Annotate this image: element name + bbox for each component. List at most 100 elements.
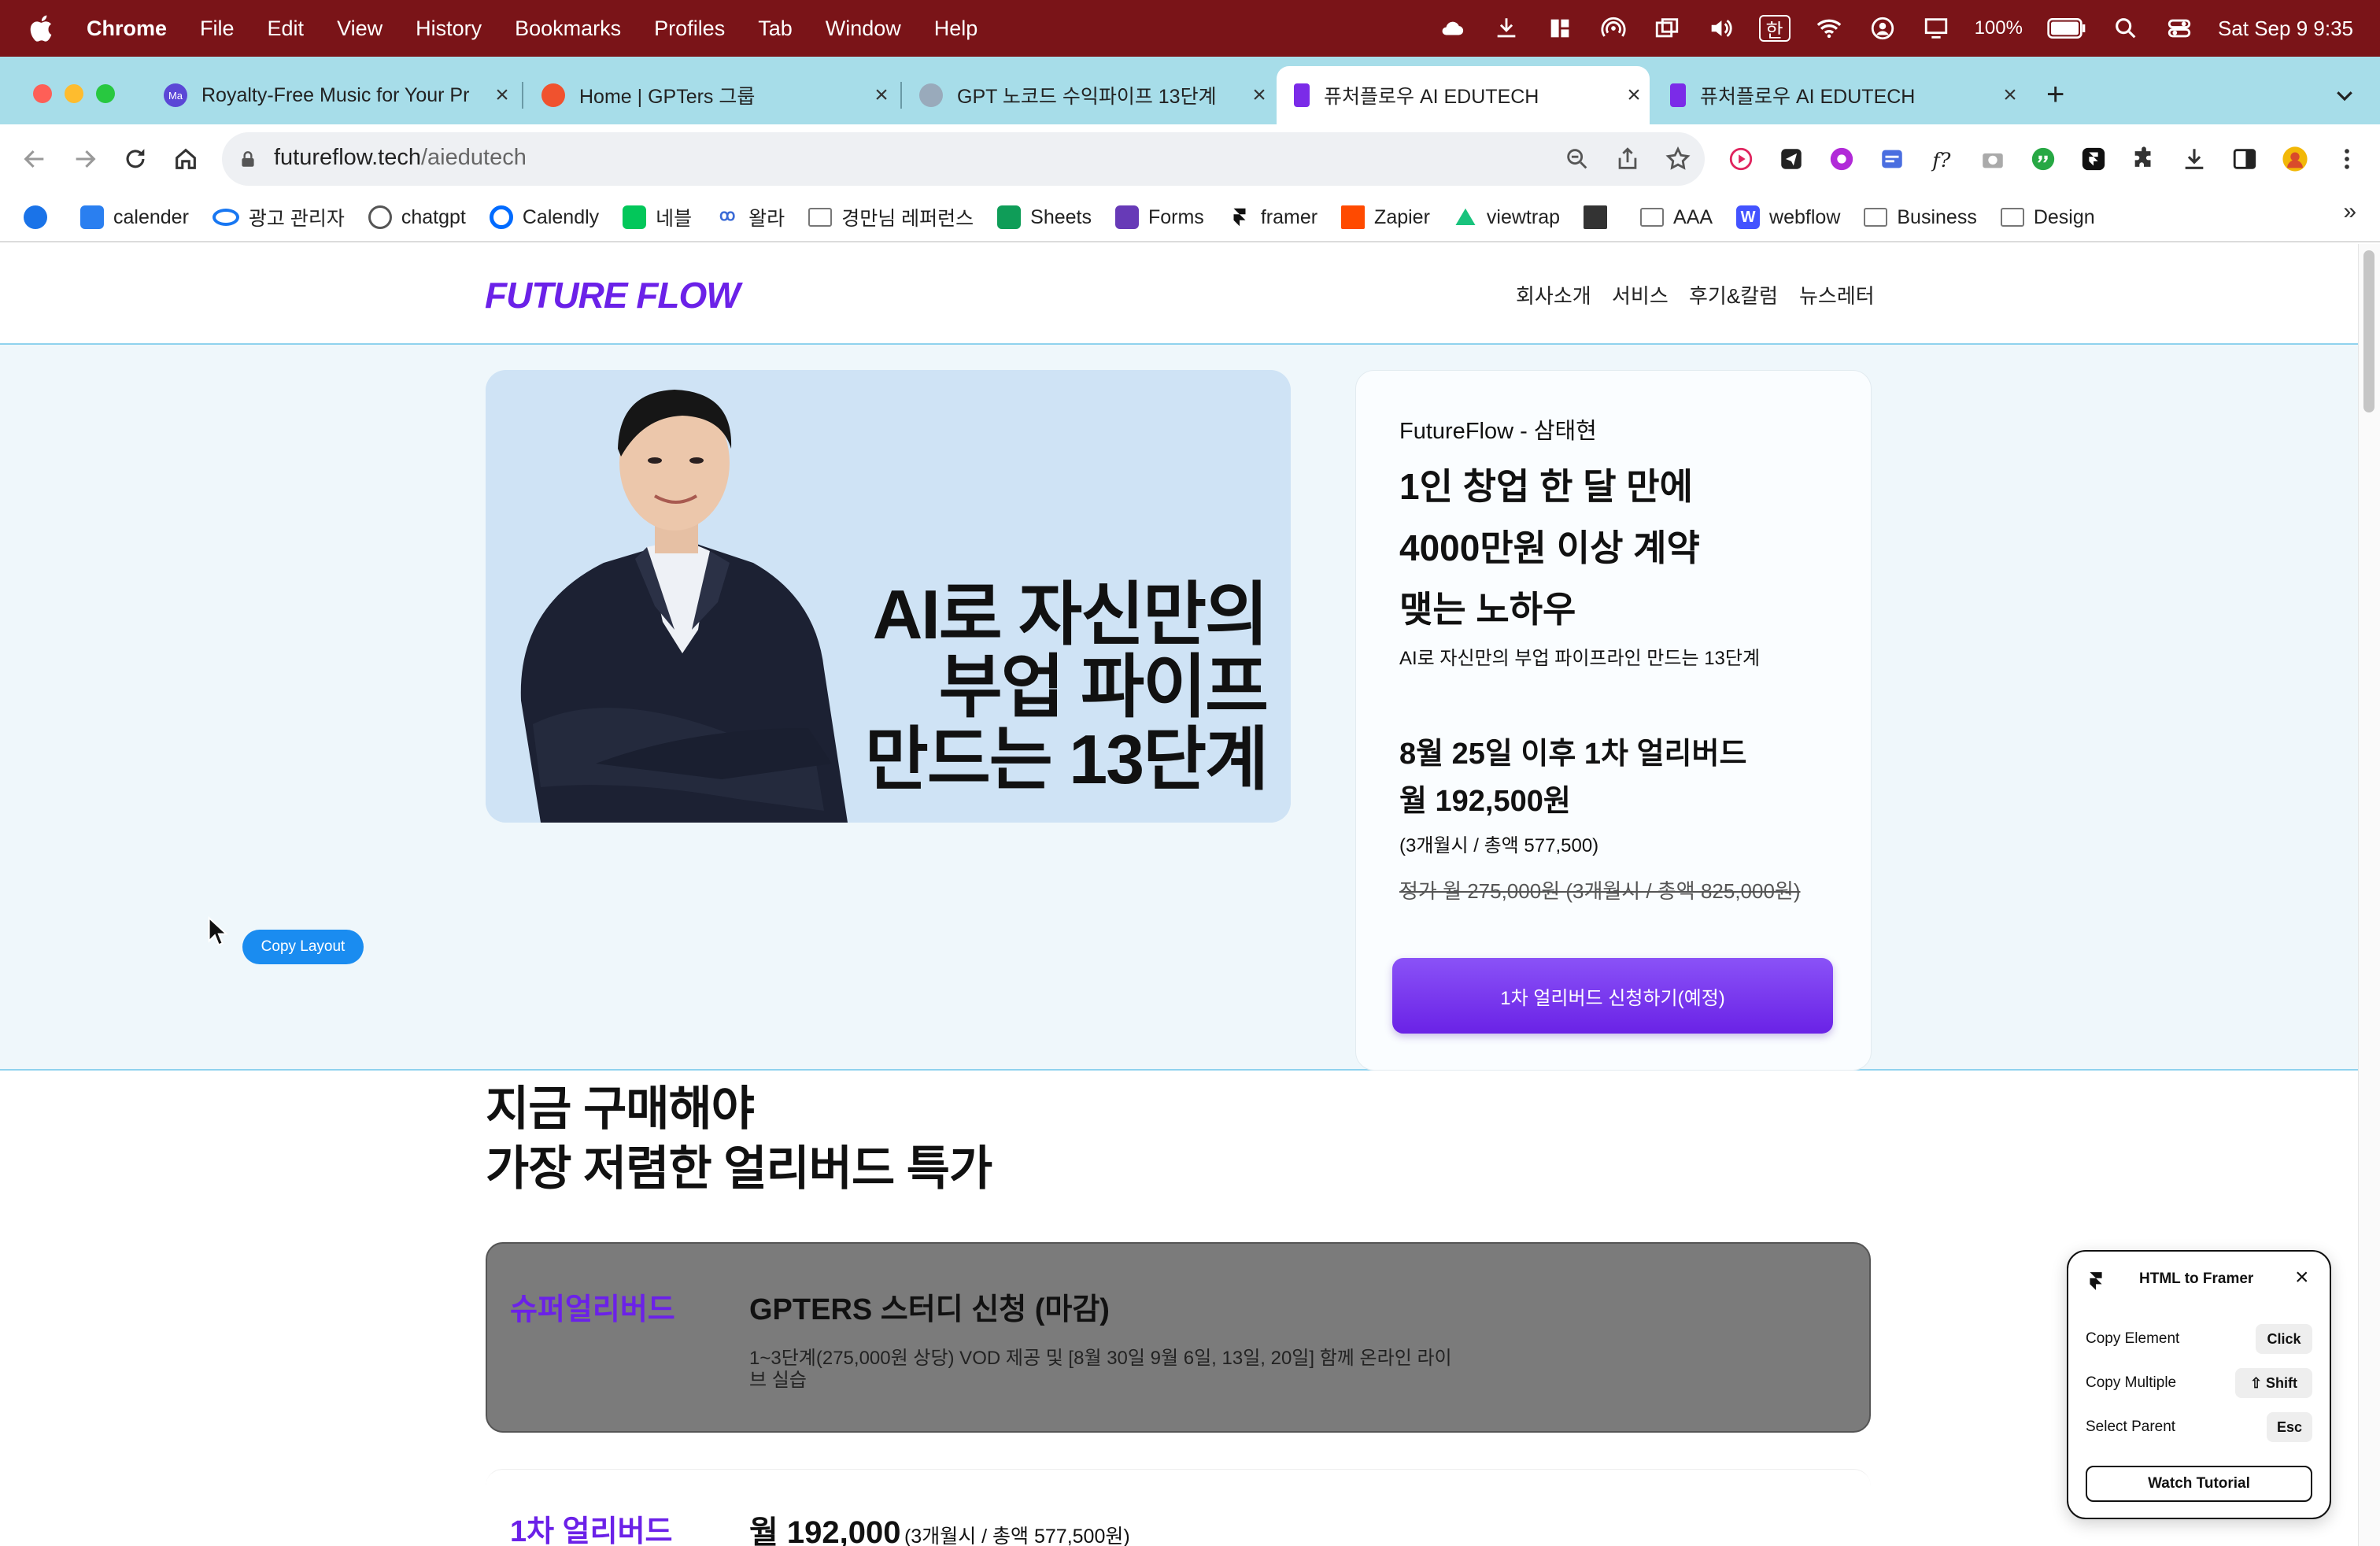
bookmark-webflow[interactable]: Wwebflow <box>1736 205 1840 229</box>
menu-help[interactable]: Help <box>934 17 978 41</box>
tab-gpt-nocode[interactable]: GPT 노코드 수익파이프 13단계 × <box>902 66 1275 124</box>
bookmark-chatgpt[interactable]: chatgpt <box>368 205 466 229</box>
side-panel-icon[interactable] <box>2229 143 2260 175</box>
bookmark-naver-blog[interactable]: 네블 <box>623 203 692 231</box>
volume-icon[interactable] <box>1706 13 1735 43</box>
cloud-icon[interactable] <box>1438 13 1468 43</box>
tab-close-icon[interactable]: × <box>1618 82 1650 109</box>
menu-bar: Chrome File Edit View History Bookmarks … <box>0 0 2380 57</box>
tab-close-icon[interactable]: × <box>486 82 518 109</box>
share-icon[interactable] <box>1612 143 1643 175</box>
send-extension-icon[interactable] <box>1776 143 1807 175</box>
menu-app-name[interactable]: Chrome <box>87 17 167 41</box>
nav-reviews[interactable]: 후기&칼럼 <box>1689 280 1778 309</box>
downloads-icon[interactable] <box>2179 143 2210 175</box>
user-icon[interactable] <box>1868 13 1898 43</box>
forward-arrow-icon[interactable] <box>68 142 102 176</box>
control-center-icon[interactable] <box>2164 13 2194 43</box>
menu-window[interactable]: Window <box>826 17 901 41</box>
puzzle-extensions-icon[interactable] <box>2128 143 2160 175</box>
menu-bookmarks[interactable]: Bookmarks <box>515 17 621 41</box>
nav-about[interactable]: 회사소개 <box>1516 280 1591 309</box>
menu-view[interactable]: View <box>337 17 382 41</box>
watch-tutorial-button[interactable]: Watch Tutorial <box>2086 1466 2312 1502</box>
windows-icon[interactable] <box>1652 13 1682 43</box>
scrollbar-thumb[interactable] <box>2363 250 2374 412</box>
bookmark-edge[interactable] <box>24 205 57 229</box>
menubar-clock[interactable]: Sat Sep 9 9:35 <box>2218 17 2353 41</box>
close-window-button[interactable] <box>33 84 52 103</box>
battery-icon[interactable] <box>2046 13 2087 43</box>
video-extension-icon[interactable] <box>1725 143 1757 175</box>
display-icon[interactable] <box>1921 13 1951 43</box>
menu-history[interactable]: History <box>416 17 482 41</box>
framer-panel-title: HTML to Framer <box>2139 1270 2254 1287</box>
profile-avatar[interactable] <box>2279 143 2311 175</box>
bookmark-label: chatgpt <box>401 205 466 228</box>
early-bird-apply-button[interactable]: 1차 얼리버드 신청하기(예정) <box>1392 958 1833 1034</box>
menu-edit[interactable]: Edit <box>268 17 305 41</box>
quote-extension-icon[interactable] <box>2027 143 2059 175</box>
tab-futureflow[interactable]: 퓨처플로우 AI EDUTECH × <box>1653 66 2026 124</box>
minimize-window-button[interactable] <box>65 84 83 103</box>
bookmark-folder-aaa[interactable]: AAA <box>1640 206 1713 229</box>
tab-futureflow-active[interactable]: 퓨처플로우 AI EDUTECH × <box>1277 66 1650 124</box>
bookmark-sheets[interactable]: Sheets <box>997 205 1092 229</box>
extension-blue-card-icon[interactable] <box>1876 143 1908 175</box>
reload-icon[interactable] <box>118 142 153 176</box>
menu-profiles[interactable]: Profiles <box>654 17 725 41</box>
bookmark-walla[interactable]: ꝏ 왈라 <box>715 203 785 231</box>
framer-panel-close-icon[interactable]: × <box>2295 1264 2309 1291</box>
apple-icon[interactable] <box>27 13 58 44</box>
zoom-window-button[interactable] <box>96 84 115 103</box>
layout-icon[interactable] <box>1545 13 1575 43</box>
new-tab-button[interactable]: + <box>2046 79 2064 110</box>
airdrop-icon[interactable] <box>1598 13 1628 43</box>
site-logo[interactable]: FUTURE FLOW <box>485 274 741 316</box>
first-early-bird-offer[interactable] <box>486 1469 1871 1546</box>
nav-services[interactable]: 서비스 <box>1612 280 1669 309</box>
bookmark-forms[interactable]: Forms <box>1114 205 1204 229</box>
menu-file[interactable]: File <box>200 17 235 41</box>
framer-extension-icon[interactable] <box>2078 143 2109 175</box>
tab-gpters[interactable]: Home | GPTers 그룹 × <box>524 66 897 124</box>
bookmark-calendly[interactable]: Calendly <box>489 205 599 229</box>
viewtrap-icon <box>1454 205 1477 229</box>
bookmark-star-icon[interactable] <box>1662 143 1694 175</box>
tab-royalty-free-music[interactable]: Ma Royalty-Free Music for Your Pr × <box>146 66 518 124</box>
bookmark-folder-design[interactable]: Design <box>2000 206 2095 229</box>
section-heading-line-1: 지금 구매해야 <box>486 1082 755 1135</box>
url-text[interactable]: futureflow.tech/aiedutech <box>274 145 527 171</box>
page-scrollbar[interactable] <box>2358 244 2380 1546</box>
tab-close-icon[interactable]: × <box>1994 82 2026 109</box>
menu-tab[interactable]: Tab <box>758 17 793 41</box>
bookmark-folder-reference[interactable]: 경만님 레퍼런스 <box>808 203 974 231</box>
bookmark-folder-business[interactable]: Business <box>1864 205 1977 229</box>
download-status-icon[interactable] <box>1491 13 1521 43</box>
tab-close-icon[interactable]: × <box>866 82 897 109</box>
bookmark-calender[interactable]: calender <box>80 205 189 229</box>
zoom-icon[interactable] <box>1561 143 1593 175</box>
back-arrow-icon[interactable] <box>17 142 52 176</box>
chrome-menu-icon[interactable] <box>2331 143 2363 175</box>
copy-layout-button[interactable]: Copy Layout <box>242 930 364 964</box>
tab-search-chevron-down-icon[interactable] <box>2333 83 2356 107</box>
camera-icon[interactable] <box>1977 143 2009 175</box>
extension-purple-icon[interactable] <box>1826 143 1857 175</box>
bookmark-framer[interactable]: framer <box>1228 205 1318 229</box>
bookmark-viewtrap[interactable]: viewtrap <box>1454 205 1560 229</box>
wifi-icon[interactable] <box>1814 13 1844 43</box>
nav-newsletter[interactable]: 뉴스레터 <box>1799 280 1875 309</box>
super-early-bird-offer[interactable] <box>486 1242 1871 1433</box>
formula-extension-icon[interactable]: f? <box>1927 143 1958 175</box>
bookmark-zapier[interactable]: Zapier <box>1341 205 1430 229</box>
lock-icon[interactable] <box>238 148 258 170</box>
input-method-indicator[interactable]: 한 <box>1758 15 1791 42</box>
bookmarks-overflow-chevron-icon[interactable]: » <box>2343 198 2356 225</box>
tab-close-icon[interactable]: × <box>1244 82 1275 109</box>
bookmark-ad-manager[interactable]: 광고 관리자 <box>212 203 345 231</box>
bookmark-label: Business <box>1897 205 1977 228</box>
spotlight-search-icon[interactable] <box>2111 13 2141 43</box>
home-icon[interactable] <box>168 142 203 176</box>
bookmark-dark-site[interactable] <box>1584 205 1617 229</box>
